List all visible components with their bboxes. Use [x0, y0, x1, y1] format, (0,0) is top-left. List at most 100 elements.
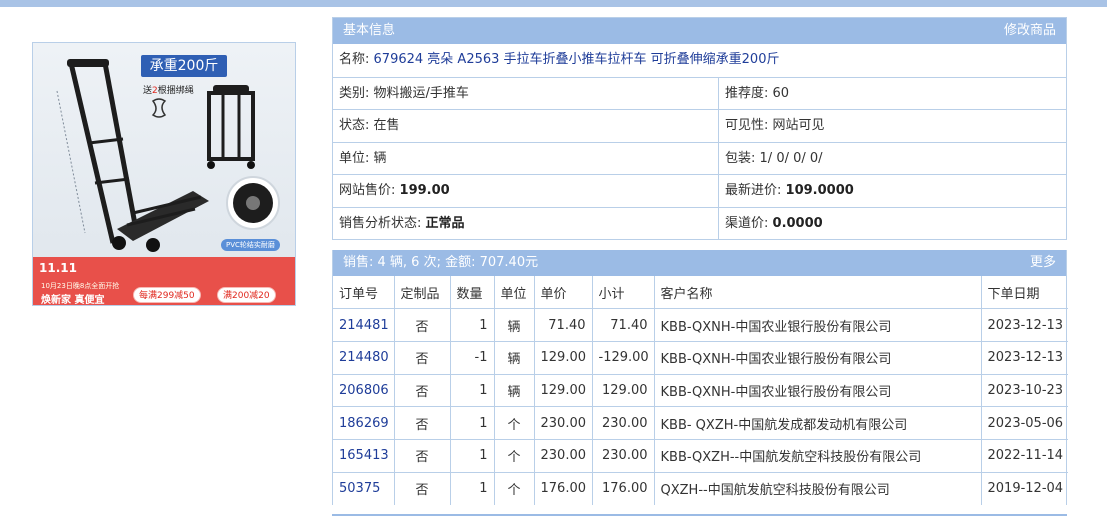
info-row-category: 类别: 物料搬运/手推车 推荐度: 60: [333, 76, 1066, 110]
channel-price-cell: 渠道价: 0.0000: [719, 208, 1066, 240]
unit-cell: 个: [494, 471, 535, 505]
info-row-name: 名称: 679624 亮朵 A2563 手拉车折叠小推车拉杆车 可折叠伸缩承重2…: [333, 44, 1066, 77]
visibility-cell: 可见性: 网站可见: [719, 110, 1066, 142]
order-link[interactable]: 206806: [339, 383, 389, 398]
date-cell: 2023-10-23: [981, 373, 1068, 407]
image-promo-banner: 11.11 10月23日晚8点全面开抢 焕新家 真便宜 每满299减50 满20…: [33, 257, 295, 306]
qty-cell: 1: [450, 438, 495, 473]
status-cell: 状态: 在售: [333, 110, 719, 142]
channel-price-value: 0.0000: [772, 215, 823, 231]
table-row: 165413 否 1 个 230.00 230.00 KBB-QXZH--中国航…: [333, 438, 1068, 473]
customer-cell: KBB-QXZH--中国航发航空科技股份有限公司: [654, 438, 982, 473]
unit-cell: 个: [494, 438, 535, 473]
unit-cell: 个: [494, 406, 535, 440]
col-unit[interactable]: 单位: [494, 276, 535, 309]
price-cell: 230.00: [534, 438, 593, 473]
col-customer[interactable]: 客户名称: [654, 276, 982, 309]
price-cell: 129.00: [534, 340, 593, 375]
subtotal-cell: 230.00: [592, 438, 655, 473]
unit-cell: 辆: [494, 308, 535, 342]
info-row-price: 网站售价: 199.00 最新进价: 109.0000: [333, 174, 1066, 207]
hand-truck-illustration: [56, 59, 280, 252]
order-link[interactable]: 214480: [339, 350, 389, 365]
subtotal-cell: 230.00: [592, 406, 655, 440]
top-bar: [0, 0, 1107, 7]
product-image[interactable]: 承重200斤 送2根捆绑绳 PVC轮结实耐磨 11.11 10月23日晚8点全面…: [32, 42, 296, 306]
date-cell: 2023-12-13: [981, 340, 1068, 375]
recommend-cell: 推荐度: 60: [719, 78, 1066, 110]
qty-cell: 1: [450, 373, 495, 407]
info-row-status: 状态: 在售 可见性: 网站可见: [333, 109, 1066, 142]
category-cell: 类别: 物料搬运/手推车: [333, 77, 719, 109]
col-date[interactable]: 下单日期: [981, 276, 1068, 309]
visibility-label: 可见性:: [725, 118, 769, 133]
col-order-no[interactable]: 订单号: [333, 276, 395, 309]
col-custom[interactable]: 定制品: [394, 276, 451, 309]
package-label: 包装:: [725, 150, 756, 166]
sales-summary: 销售: 4 辆, 6 次; 金额: 707.40元: [343, 255, 539, 270]
customer-cell: KBB- QXZH-中国航发成都发动机有限公司: [654, 406, 982, 440]
site-price-cell: 网站售价: 199.00: [333, 175, 719, 207]
qty-cell: 1: [450, 308, 495, 342]
image-banner-logo: 11.11: [39, 261, 77, 275]
latest-cost-label: 最新进价:: [725, 183, 782, 198]
price-cell: 71.40: [534, 308, 593, 342]
unit-value: 辆: [373, 150, 387, 166]
subtotal-cell: -129.00: [592, 340, 655, 375]
image-banner-date: 10月23日晚8点全面开抢: [41, 282, 120, 290]
date-cell: 2022-11-14: [981, 438, 1068, 473]
qty-cell: 1: [450, 471, 495, 505]
image-banner-slogan: 焕新家 真便宜: [41, 295, 105, 306]
unit-cell: 单位: 辆: [333, 142, 719, 174]
recommend-value: 60: [772, 85, 790, 101]
table-row: 214480 否 -1 辆 129.00 -129.00 KBB-QXNH-中国…: [333, 340, 1068, 375]
col-qty[interactable]: 数量: [450, 276, 495, 309]
sales-header: 销售: 4 辆, 6 次; 金额: 707.40元 更多: [333, 250, 1066, 276]
subtotal-cell: 129.00: [592, 373, 655, 407]
latest-cost-cell: 最新进价: 109.0000: [719, 175, 1066, 207]
status-value: 在售: [373, 118, 400, 133]
order-link[interactable]: 214481: [339, 318, 389, 333]
order-link[interactable]: 186269: [339, 416, 389, 431]
customer-cell: KBB-QXNH-中国农业银行股份有限公司: [654, 340, 982, 375]
more-sales-link[interactable]: 更多: [1030, 250, 1056, 276]
unit-cell: 辆: [494, 340, 535, 375]
col-price[interactable]: 单价: [534, 276, 593, 309]
table-row: 186269 否 1 个 230.00 230.00 KBB- QXZH-中国航…: [333, 406, 1068, 440]
table-row: 50375 否 1 个 176.00 176.00 QXZH--中国航发航空科技…: [333, 471, 1068, 505]
package-cell: 包装: 1/ 0/ 0/ 0/: [719, 143, 1066, 175]
order-link[interactable]: 50375: [339, 481, 380, 496]
orders-table: 订单号 定制品 数量 单位 单价 小计 客户名称 下单日期 214481 否 1…: [333, 276, 1068, 505]
analysis-value: 正常品: [425, 215, 465, 231]
customer-cell: KBB-QXNH-中国农业银行股份有限公司: [654, 373, 982, 407]
subtotal-cell: 176.00: [592, 471, 655, 505]
table-row: 214481 否 1 辆 71.40 71.40 KBB-QXNH-中国农业银行…: [333, 308, 1068, 342]
qty-cell: -1: [450, 340, 495, 375]
image-coupon-2: 满200减20: [217, 287, 276, 303]
image-coupon-1: 每满299减50: [133, 287, 201, 303]
price-cell: 230.00: [534, 406, 593, 440]
edit-product-link[interactable]: 修改商品: [1004, 18, 1056, 44]
recommend-label: 推荐度:: [725, 85, 769, 101]
channel-price-label: 渠道价:: [725, 215, 769, 231]
product-name-cell: 名称: 679624 亮朵 A2563 手拉车折叠小推车拉杆车 可折叠伸缩承重2…: [333, 44, 1066, 77]
subtotal-cell: 71.40: [592, 308, 655, 342]
unit-cell: 辆: [494, 373, 535, 407]
bottom-divider: [332, 514, 1067, 516]
price-cell: 129.00: [534, 373, 593, 407]
product-name-value[interactable]: 679624 亮朵 A2563 手拉车折叠小推车拉杆车 可折叠伸缩承重200斤: [374, 52, 780, 67]
custom-cell: 否: [394, 471, 451, 505]
col-subtotal[interactable]: 小计: [592, 276, 655, 309]
unit-label: 单位:: [339, 150, 370, 166]
custom-cell: 否: [394, 438, 451, 473]
package-value: 1/ 0/ 0/ 0/: [759, 150, 823, 166]
basic-info-title: 基本信息: [343, 23, 396, 38]
customer-cell: QXZH--中国航发航空科技股份有限公司: [654, 471, 982, 505]
customer-cell: KBB-QXNH-中国农业银行股份有限公司: [654, 308, 982, 342]
order-link[interactable]: 165413: [339, 448, 389, 463]
date-cell: 2019-12-04: [981, 471, 1068, 505]
image-pvc-label: PVC轮结实耐磨: [221, 239, 280, 251]
category-value: 物料搬运/手推车: [373, 85, 469, 101]
info-row-analysis: 销售分析状态: 正常品 渠道价: 0.0000: [333, 206, 1066, 240]
price-cell: 176.00: [534, 471, 593, 505]
